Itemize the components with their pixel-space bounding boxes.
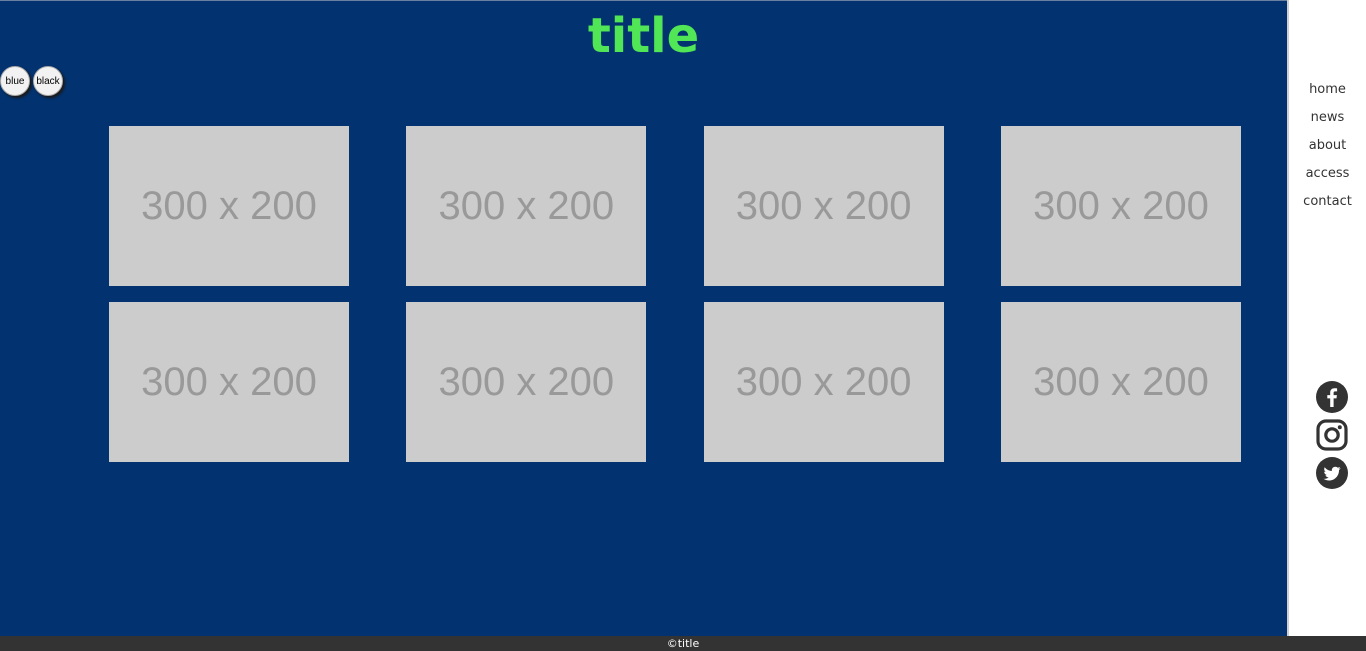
twitter-icon[interactable] bbox=[1316, 457, 1348, 489]
page-title: title bbox=[587, 8, 700, 64]
gallery-image[interactable]: 300 x 200 bbox=[1000, 302, 1241, 462]
nav-item-about[interactable]: about bbox=[1289, 135, 1366, 163]
gallery-image[interactable]: 300 x 200 bbox=[703, 126, 944, 286]
image-gallery: 300 x 200 300 x 200 300 x 200 300 x 200 … bbox=[109, 126, 1241, 462]
social-links bbox=[1316, 381, 1350, 495]
gallery-image[interactable]: 300 x 200 bbox=[109, 302, 349, 462]
gallery-image[interactable]: 300 x 200 bbox=[703, 302, 944, 462]
main-area: title blue black 300 x 200 300 x 200 300… bbox=[0, 0, 1287, 636]
copyright-text: ©title bbox=[666, 637, 700, 650]
facebook-icon[interactable] bbox=[1316, 381, 1348, 413]
instagram-icon[interactable] bbox=[1316, 419, 1348, 451]
nav-item-home[interactable]: home bbox=[1289, 79, 1366, 107]
gallery-image[interactable]: 300 x 200 bbox=[406, 302, 647, 462]
theme-black-button[interactable]: black bbox=[33, 66, 63, 96]
sidebar: home news about access contact bbox=[1287, 0, 1366, 636]
footer: ©title bbox=[0, 636, 1366, 651]
nav-item-contact[interactable]: contact bbox=[1289, 191, 1366, 219]
theme-blue-button[interactable]: blue bbox=[0, 66, 30, 96]
gallery-image[interactable]: 300 x 200 bbox=[109, 126, 349, 286]
sidebar-nav: home news about access contact bbox=[1289, 79, 1366, 219]
nav-item-news[interactable]: news bbox=[1289, 107, 1366, 135]
gallery-image[interactable]: 300 x 200 bbox=[406, 126, 647, 286]
gallery-image[interactable]: 300 x 200 bbox=[1000, 126, 1241, 286]
nav-item-access[interactable]: access bbox=[1289, 163, 1366, 191]
